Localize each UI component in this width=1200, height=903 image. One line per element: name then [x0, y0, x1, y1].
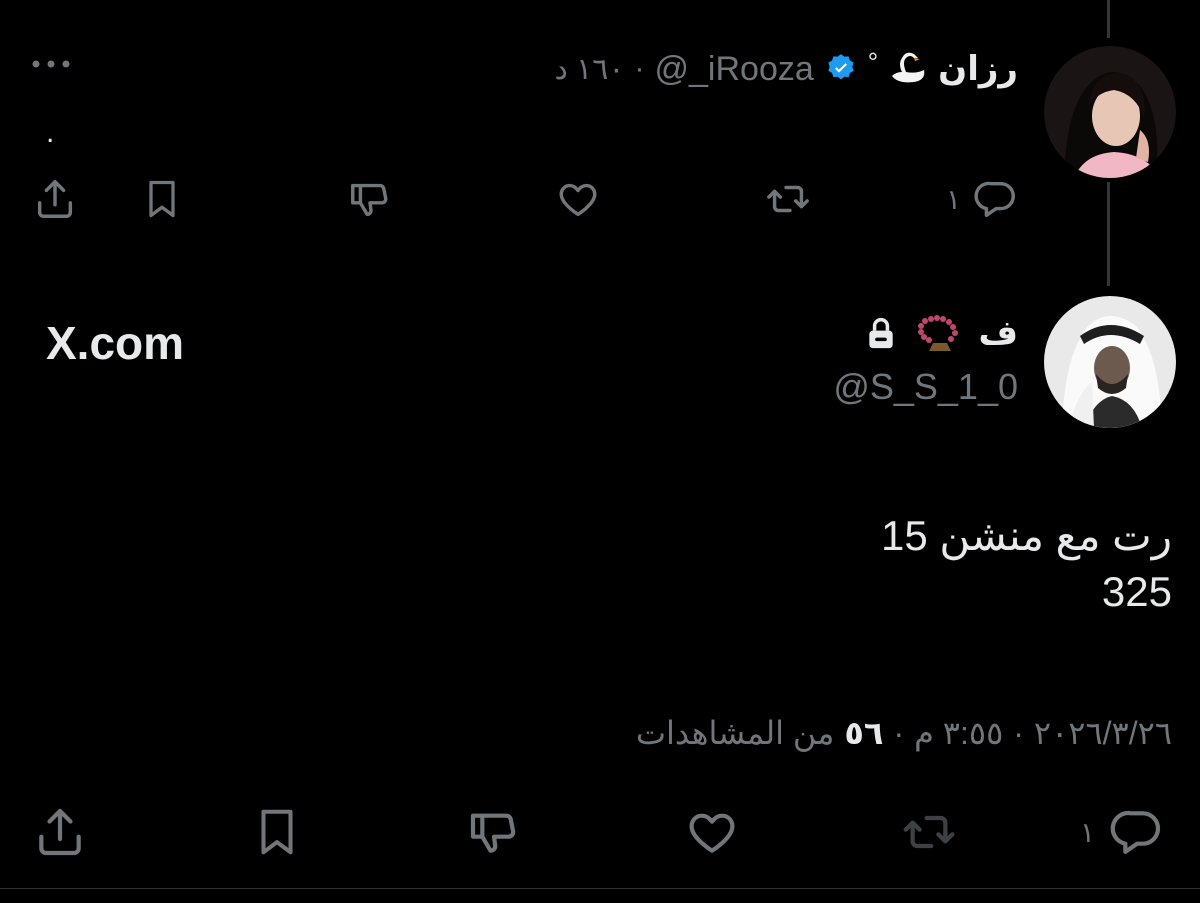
tweet-header: ١٦٠ د · @_iRooza ° رزان: [554, 44, 1018, 94]
avatar[interactable]: [1044, 46, 1176, 178]
share-button[interactable]: [32, 176, 78, 222]
verified-badge-icon: [824, 52, 858, 86]
reply-icon: [1109, 804, 1165, 860]
x-com-badge[interactable]: X.com: [46, 316, 184, 370]
share-button[interactable]: [32, 804, 88, 860]
reply-button[interactable]: ١: [946, 176, 1019, 222]
author-name[interactable]: ف: [979, 313, 1019, 353]
tweet-text-line: 15 رت مع منشن: [880, 512, 1172, 559]
like-button[interactable]: [555, 176, 601, 222]
reply-count: ١: [946, 183, 962, 215]
like-button[interactable]: [684, 804, 740, 860]
more-options-button[interactable]: [30, 56, 72, 72]
bookmark-button[interactable]: [140, 176, 184, 222]
reply-button[interactable]: ١: [1080, 804, 1165, 860]
separator: ·: [1013, 714, 1024, 751]
tweet-text-line: 325: [1101, 568, 1172, 615]
reply-count: ١: [1080, 816, 1096, 848]
action-bar: ١: [0, 804, 1200, 862]
dislike-button[interactable]: [466, 804, 522, 860]
tweet-meta: من المشاهدات ٥٦ · ٣:٥٥ م · ٢٠٢٦/٣/٢٦: [636, 714, 1172, 752]
tweet-date[interactable]: ٢٠٢٦/٣/٢٦: [1034, 714, 1172, 752]
divider: [0, 888, 1200, 889]
bookmark-button[interactable]: [250, 804, 304, 860]
retweet-button[interactable]: [764, 176, 812, 222]
user-handle[interactable]: @_iRooza: [655, 50, 814, 89]
tweet-time[interactable]: ٣:٥٥ م: [914, 714, 1003, 752]
reply-icon: [973, 176, 1019, 222]
dislike-button[interactable]: [347, 176, 393, 222]
views-count[interactable]: ٥٦: [844, 714, 883, 752]
time-ago[interactable]: ١٦٠ د: [554, 52, 624, 87]
tweet-text: .: [46, 116, 55, 149]
author-name[interactable]: رزان: [938, 49, 1018, 89]
swan-emoji-icon: [888, 52, 928, 86]
tweet-text: 15 رت مع منشن 325: [881, 508, 1172, 620]
avatar[interactable]: [1044, 296, 1176, 428]
views-label: من المشاهدات: [635, 715, 835, 751]
user-handle[interactable]: @S_S_1_0: [833, 366, 1018, 408]
thread-line-top: [1107, 0, 1110, 38]
separator: ·: [893, 714, 905, 751]
lock-icon: [867, 316, 895, 350]
separator: ·: [634, 52, 645, 85]
retweet-button[interactable]: [898, 804, 960, 860]
prayer-beads-emoji-icon: [911, 313, 963, 353]
name-decoration: °: [867, 46, 879, 77]
tweet-header: ف: [867, 306, 1019, 360]
action-bar: ١: [0, 176, 1200, 226]
